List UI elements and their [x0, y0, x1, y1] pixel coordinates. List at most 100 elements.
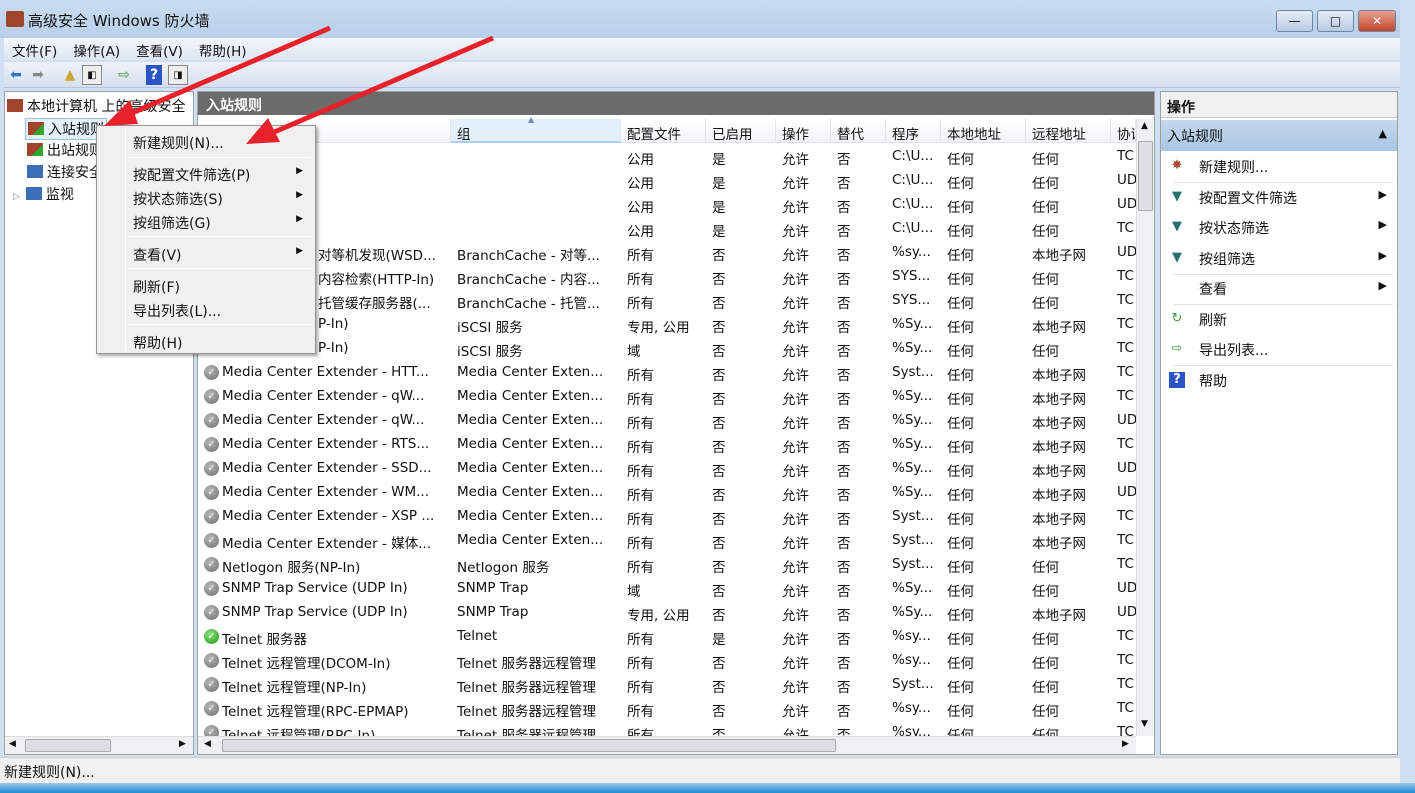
table-row[interactable]: Telnet 远程管理(NP-In) Telnet 服务器远程管理 所有 否 允许 否 Sy…	[198, 672, 1136, 696]
column-header[interactable]: 协议	[1111, 119, 1136, 143]
show-hide-tree-icon[interactable]: ◧	[82, 65, 102, 85]
rule-disabled-icon: ✓	[204, 509, 219, 524]
context-menu-item-help[interactable]: 帮助(H)	[99, 330, 313, 352]
tree-root[interactable]: 本地计算机 上的高级安全	[7, 96, 185, 116]
action-export-list[interactable]: ⇨ 导出列表...	[1161, 335, 1397, 365]
table-row[interactable]: Telnet 服务器 Telnet 所有 是 允许 否 %sy... 任何 任何 TC ✓	[198, 624, 1136, 648]
menu-item-label: 导出列表(L)...	[133, 304, 222, 320]
help-icon[interactable]: ?	[146, 65, 162, 85]
context-menu-item-filter-by-state[interactable]: 按状态筛选(S) ▶	[99, 186, 313, 208]
table-row[interactable]: 公用 是 允许 否 C:\U... 任何 任何 UD	[198, 168, 1136, 192]
forward-icon[interactable]: ➡	[28, 65, 48, 85]
column-header[interactable]: 程序	[886, 119, 941, 143]
scroll-up-icon[interactable]: ▲	[1141, 121, 1148, 131]
table-row[interactable]: Media Center Extender - SSD... Media Cent…	[198, 456, 1136, 480]
table-row[interactable]: Media Center Extender - HTT... Media Cent…	[198, 360, 1136, 384]
table-row[interactable]: P-In) iSCSI 服务 专用, 公用否允许否 %Sy... 任何 本地子网 TC	[198, 312, 1136, 336]
scroll-left-icon[interactable]: ◀	[204, 739, 211, 749]
table-row[interactable]: Media Center Extender - WM... Media Cente…	[198, 480, 1136, 504]
column-header[interactable]: 替代	[831, 119, 886, 143]
close-button[interactable]: ✕	[1358, 10, 1396, 32]
up-folder-icon[interactable]: ▲	[60, 65, 80, 85]
action-help[interactable]: ? 帮助	[1161, 366, 1397, 396]
table-row[interactable]: 对等机发现(WSD... BranchCache - 对等... 所有否允许否 %sy…	[198, 240, 1136, 264]
horizontal-scrollbar[interactable]: ◀ ▶	[198, 736, 1136, 754]
collapse-icon[interactable]: ▲	[1379, 127, 1387, 140]
context-menu-item-filter-by-profile[interactable]: 按配置文件筛选(P) ▶	[99, 162, 313, 184]
table-cell: 允许	[782, 416, 809, 432]
action-view[interactable]: 查看 ▶	[1161, 274, 1397, 304]
column-header[interactable]: 已启用	[706, 119, 776, 143]
table-row[interactable]: 公用 是 允许 否 C:\U... 任何 任何 TC	[198, 144, 1136, 168]
action-filter-by-state[interactable]: ▼ 按状态筛选 ▶	[1161, 213, 1397, 243]
table-row[interactable]: SNMP Trap Service (UDP In) SNMP Trap 域 否 允许 否…	[198, 576, 1136, 600]
action-refresh[interactable]: ↻ 刷新	[1161, 305, 1397, 335]
context-menu-item-filter-by-group[interactable]: 按组筛选(G) ▶	[99, 210, 313, 232]
column-header[interactable]: 远程地址	[1026, 119, 1111, 143]
menu-view[interactable]: 查看(V)	[128, 38, 191, 60]
table-row[interactable]: 公用 是 允许 否 C:\U... 任何 任何 UD	[198, 192, 1136, 216]
table-cell: 否	[712, 248, 726, 264]
table-cell: 任何	[947, 416, 974, 432]
minimize-button[interactable]: —	[1276, 10, 1313, 32]
column-header[interactable]: 操作	[776, 119, 831, 143]
action-filter-by-profile[interactable]: ▼ 按配置文件筛选 ▶	[1161, 183, 1397, 213]
table-cell: TC	[1117, 556, 1134, 572]
column-header[interactable]: 配置文件	[621, 119, 706, 143]
table-cell: Media Center Extender - WM...	[222, 484, 429, 500]
actions-section-inbound-rules[interactable]: 入站规则 ▲	[1161, 120, 1397, 151]
column-header[interactable]: 组	[451, 119, 621, 143]
table-row[interactable]: Telnet 远程管理(RPC-EPMAP) Telnet 服务器远程管理 所有 否 允…	[198, 696, 1136, 720]
column-header[interactable]: 本地地址	[941, 119, 1026, 143]
table-row[interactable]: 托管缓存服务器(... BranchCache - 托管... 所有否允许否 SYS.…	[198, 288, 1136, 312]
context-menu-item-new-rule[interactable]: 新建规则(N)...	[99, 130, 313, 152]
action-new-rule[interactable]: ✸ 新建规则...	[1161, 152, 1397, 182]
action-filter-by-group[interactable]: ▼ 按组筛选 ▶	[1161, 244, 1397, 274]
menu-separator	[127, 268, 311, 269]
context-menu-item-refresh[interactable]: 刷新(F)	[99, 274, 313, 296]
menu-file[interactable]: 文件(F)	[4, 38, 65, 60]
scroll-right-icon[interactable]: ▶	[179, 739, 186, 749]
action-label: 按组筛选	[1199, 251, 1255, 268]
table-row[interactable]: 内容检索(HTTP-In) BranchCache - 内容... 所有否允许否 SY…	[198, 264, 1136, 288]
table-row[interactable]: Media Center Extender - 媒体... Media Cente…	[198, 528, 1136, 552]
table-row[interactable]: Media Center Extender - qW... Media Cente…	[198, 408, 1136, 432]
scroll-left-icon[interactable]: ◀	[9, 739, 16, 749]
table-cell: UD	[1117, 244, 1136, 260]
table-row[interactable]: Netlogon 服务(NP-In) Netlogon 服务 所有 否 允许 否 Syst.…	[198, 552, 1136, 576]
tree-item-monitor[interactable]: ▷ 监视	[13, 184, 74, 204]
table-cell: UD	[1117, 484, 1136, 500]
show-hide-action-pane-icon[interactable]: ◨	[168, 65, 188, 85]
menu-action[interactable]: 操作(A)	[65, 38, 128, 60]
table-row[interactable]: Media Center Extender - XSP ... Media Cen…	[198, 504, 1136, 528]
table-cell: 允许	[782, 704, 809, 720]
scroll-thumb[interactable]	[222, 739, 836, 752]
scroll-thumb[interactable]	[1138, 141, 1153, 211]
table-row[interactable]: Telnet 远程管理(DCOM-In) Telnet 服务器远程管理 所有 否 允许 否…	[198, 648, 1136, 672]
export-list-icon[interactable]: ⇨	[114, 65, 134, 85]
rules-table: 公用是允许否 C:\U... 任何 任何 TC 公用是允许否 C:\U... 任何 任何 UD 公用…	[198, 144, 1136, 736]
table-cell: TC	[1117, 508, 1134, 524]
menu-help[interactable]: 帮助(H)	[191, 38, 255, 60]
scroll-down-icon[interactable]: ▼	[1141, 719, 1148, 729]
tree-item-connection-security[interactable]: 连接安全	[27, 162, 103, 182]
table-row[interactable]: Telnet 远程管理(RPC-In) Telnet 服务器远程管理 所有 否 允许 否%…	[198, 720, 1136, 736]
tree-item-inbound-rules[interactable]: 入站规则	[25, 118, 107, 140]
table-cell: 任何	[1032, 560, 1059, 576]
tree-horizontal-scrollbar[interactable]: ◀ ▶	[5, 736, 193, 754]
maximize-button[interactable]: □	[1317, 10, 1354, 32]
context-menu-item-view[interactable]: 查看(V) ▶	[99, 242, 313, 264]
table-row[interactable]: Media Center Extender - RTS... Media Cent…	[198, 432, 1136, 456]
table-row[interactable]: P-In) iSCSI 服务域否允许否 %Sy... 任何 任何 TC	[198, 336, 1136, 360]
vertical-scrollbar[interactable]: ▲ ▼	[1136, 119, 1154, 736]
table-row[interactable]: 公用 是 允许 否 C:\U... 任何 任何 TC	[198, 216, 1136, 240]
table-row[interactable]: SNMP Trap Service (UDP In) SNMP Trap 专用, 公…	[198, 600, 1136, 624]
tree-item-outbound-rules[interactable]: 出站规则	[27, 140, 103, 160]
table-row[interactable]: Media Center Extender - qW... Media Cente…	[198, 384, 1136, 408]
back-icon[interactable]: ⬅	[6, 65, 26, 85]
scroll-thumb[interactable]	[25, 739, 111, 752]
table-cell: 允许	[782, 176, 809, 192]
context-menu-item-export-list[interactable]: 导出列表(L)...	[99, 298, 313, 320]
scroll-right-icon[interactable]: ▶	[1122, 739, 1129, 749]
expand-icon[interactable]: ▷	[13, 192, 20, 202]
